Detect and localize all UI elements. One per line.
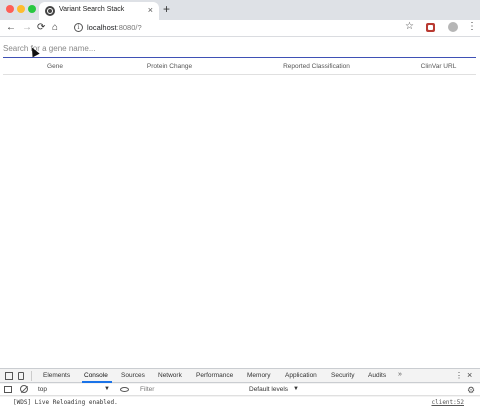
devtools-tab-security[interactable]: Security: [331, 372, 354, 379]
console-log-message: [WDS] Live Reloading enabled.: [13, 399, 118, 406]
url-path: :8080/?: [116, 23, 142, 32]
tab-title: Variant Search Stack: [59, 6, 125, 13]
column-header-gene[interactable]: Gene: [3, 60, 107, 75]
address-bar[interactable]: i localhost:8080/?: [70, 22, 420, 35]
back-arrow-icon[interactable]: ←: [6, 22, 16, 34]
gear-icon[interactable]: ⚙: [467, 385, 475, 395]
devtools-panel: Elements Console Sources Network Perform…: [0, 368, 480, 408]
more-tabs-icon[interactable]: »: [398, 371, 402, 378]
inspect-element-icon[interactable]: [5, 372, 13, 380]
browser-menu-icon[interactable]: ⋮: [467, 21, 477, 33]
browser-toolbar: ← → ⟳ ⌂ i localhost:8080/? ☆ ⋮: [0, 20, 480, 37]
window-minimize-button[interactable]: [17, 5, 25, 13]
divider: [31, 371, 32, 381]
bookmark-star-icon[interactable]: ☆: [405, 21, 414, 33]
devtools-tab-audits[interactable]: Audits: [368, 372, 386, 379]
console-toolbar: top ▼ Default levels ▼ ⚙: [0, 384, 480, 396]
devtools-tab-elements[interactable]: Elements: [43, 372, 70, 379]
page-content: Gene Protein Change Reported Classificat…: [0, 38, 480, 368]
extension-icon[interactable]: [426, 23, 435, 32]
window-maximize-button[interactable]: [28, 5, 36, 13]
console-filter-input[interactable]: [137, 385, 243, 395]
tab-strip: Variant Search Stack × +: [0, 0, 480, 20]
new-tab-button[interactable]: +: [163, 3, 170, 15]
console-log-source-link[interactable]: client:52: [431, 399, 464, 406]
console-sidebar-icon[interactable]: [4, 386, 12, 393]
devtools-tab-bar: Elements Console Sources Network Perform…: [0, 369, 480, 383]
devtools-close-icon[interactable]: ×: [467, 370, 472, 380]
browser-window: Variant Search Stack × + ← → ⟳ ⌂ i local…: [0, 0, 480, 408]
devtools-menu-icon[interactable]: ⋮: [455, 371, 463, 380]
variant-results-table: Gene Protein Change Reported Classificat…: [3, 60, 476, 75]
chevron-down-icon[interactable]: ▼: [104, 386, 110, 392]
active-tab-indicator: [82, 381, 112, 383]
globe-icon: [45, 6, 55, 16]
forward-arrow-icon[interactable]: →: [22, 22, 32, 34]
devtools-tab-network[interactable]: Network: [158, 372, 182, 379]
home-icon[interactable]: ⌂: [52, 22, 58, 34]
devtools-tab-sources[interactable]: Sources: [121, 372, 145, 379]
tab-close-icon[interactable]: ×: [148, 5, 153, 15]
column-header-reported-classification[interactable]: Reported Classification: [232, 60, 401, 75]
info-icon[interactable]: i: [74, 23, 83, 32]
device-toolbar-icon[interactable]: [18, 372, 24, 380]
url-text[interactable]: localhost:8080/?: [87, 23, 142, 32]
table-header-row: Gene Protein Change Reported Classificat…: [3, 60, 476, 75]
context-selector[interactable]: top: [38, 386, 47, 393]
console-output: [WDS] Live Reloading enabled. client:52: [0, 397, 480, 408]
devtools-tab-performance[interactable]: Performance: [196, 372, 233, 379]
column-header-protein-change[interactable]: Protein Change: [107, 60, 232, 75]
window-close-button[interactable]: [6, 5, 14, 13]
clear-console-icon[interactable]: [20, 385, 28, 393]
profile-avatar-icon[interactable]: [448, 22, 458, 32]
url-host: localhost: [87, 23, 117, 32]
column-header-clinvar-url[interactable]: ClinVar URL: [401, 60, 476, 75]
chevron-down-icon[interactable]: ▼: [293, 386, 299, 392]
reload-icon[interactable]: ⟳: [37, 22, 45, 34]
live-expression-eye-icon[interactable]: [120, 387, 129, 392]
devtools-tab-application[interactable]: Application: [285, 372, 317, 379]
devtools-tab-memory[interactable]: Memory: [247, 372, 270, 379]
log-levels-selector[interactable]: Default levels: [249, 386, 288, 393]
browser-tab[interactable]: Variant Search Stack ×: [39, 2, 159, 20]
gene-search-input[interactable]: [3, 40, 476, 58]
devtools-tab-console[interactable]: Console: [84, 372, 108, 379]
